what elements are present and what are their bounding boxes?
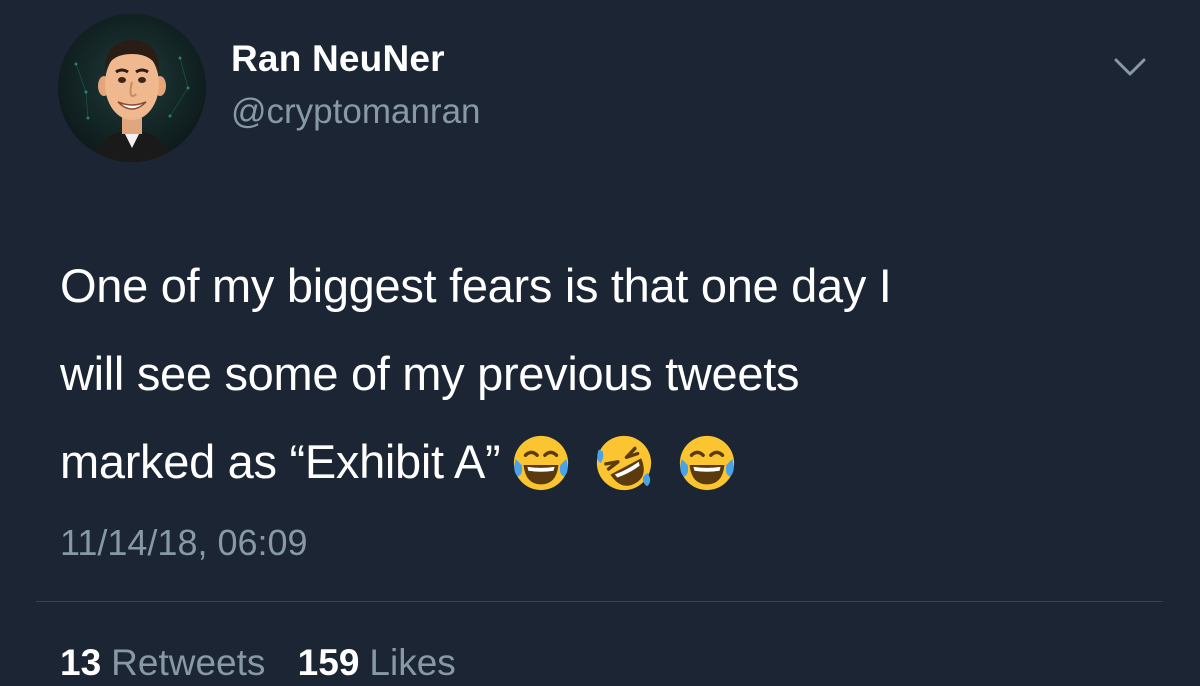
face-with-tears-of-joy-icon bbox=[679, 436, 735, 491]
tweet-card: Ran NeuNer @cryptomanran One of my bigge… bbox=[0, 0, 1200, 686]
avatar[interactable] bbox=[58, 14, 206, 162]
likes-label: Likes bbox=[369, 642, 456, 683]
chevron-down-icon[interactable] bbox=[1108, 52, 1152, 82]
author-handle[interactable]: @cryptomanran bbox=[231, 92, 481, 132]
tweet-body: One of my biggest fears is that one day … bbox=[60, 242, 1140, 510]
tweet-text-line: marked as “Exhibit A” bbox=[60, 435, 501, 488]
retweets-label: Retweets bbox=[111, 642, 266, 683]
likes-stat[interactable]: 159 Likes bbox=[298, 642, 456, 684]
tweet-text-line-with-emoji: marked as “Exhibit A” bbox=[60, 418, 1140, 510]
retweets-count: 13 bbox=[60, 642, 102, 683]
tweet-timestamp[interactable]: 11/14/18, 06:09 bbox=[60, 522, 308, 564]
tweet-text-line: will see some of my previous tweets bbox=[60, 347, 800, 400]
divider bbox=[36, 601, 1163, 602]
retweets-stat[interactable]: 13 Retweets bbox=[60, 642, 265, 684]
tweet-stats: 13 Retweets 159 Likes bbox=[60, 642, 478, 684]
emoji-row bbox=[510, 416, 746, 504]
rolling-on-the-floor-laughing-icon bbox=[597, 436, 652, 491]
likes-count: 159 bbox=[297, 642, 360, 683]
face-with-tears-of-joy-icon bbox=[514, 436, 569, 491]
cartoon-avatar-icon bbox=[58, 14, 206, 162]
tweet-text-line: One of my biggest fears is that one day … bbox=[60, 259, 892, 312]
author-display-name[interactable]: Ran NeuNer bbox=[231, 38, 445, 80]
